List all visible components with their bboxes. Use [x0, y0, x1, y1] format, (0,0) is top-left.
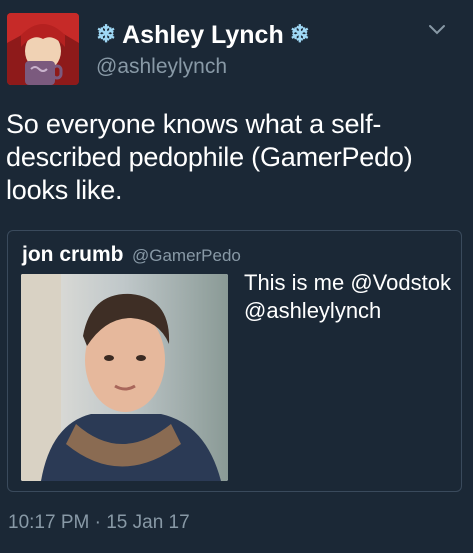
avatar-illustration [7, 13, 79, 85]
quoted-author-handle: @GamerPedo [131, 246, 241, 265]
quoted-tweet-text: This is me @Vodstok @ashleylynch [244, 270, 451, 323]
author-handle[interactable]: @ashleylynch [96, 55, 227, 79]
quoted-tweet-card[interactable]: jon crumb @GamerPedo This is me @Vodstok… [7, 230, 462, 492]
tweet: ❄ Ashley Lynch ❄ @ashleylynch So everyon… [0, 0, 473, 553]
tweet-text: So everyone knows what a self-described … [6, 109, 413, 205]
author-name[interactable]: Ashley Lynch [122, 20, 284, 50]
quoted-author-name: jon crumb [22, 243, 124, 266]
tweet-timestamp[interactable]: 10:17 PM · 15 Jan 17 [8, 512, 190, 534]
quoted-tweet-photo[interactable] [21, 274, 228, 481]
chevron-down-icon[interactable] [428, 22, 446, 36]
avatar[interactable] [7, 13, 79, 85]
snowflake-icon: ❄ [96, 21, 117, 48]
quoted-tweet-header: jon crumb @GamerPedo [22, 243, 241, 267]
snowflake-icon: ❄ [289, 21, 310, 48]
photo-image [21, 274, 228, 481]
author-name-row[interactable]: ❄ Ashley Lynch ❄ [96, 20, 310, 50]
